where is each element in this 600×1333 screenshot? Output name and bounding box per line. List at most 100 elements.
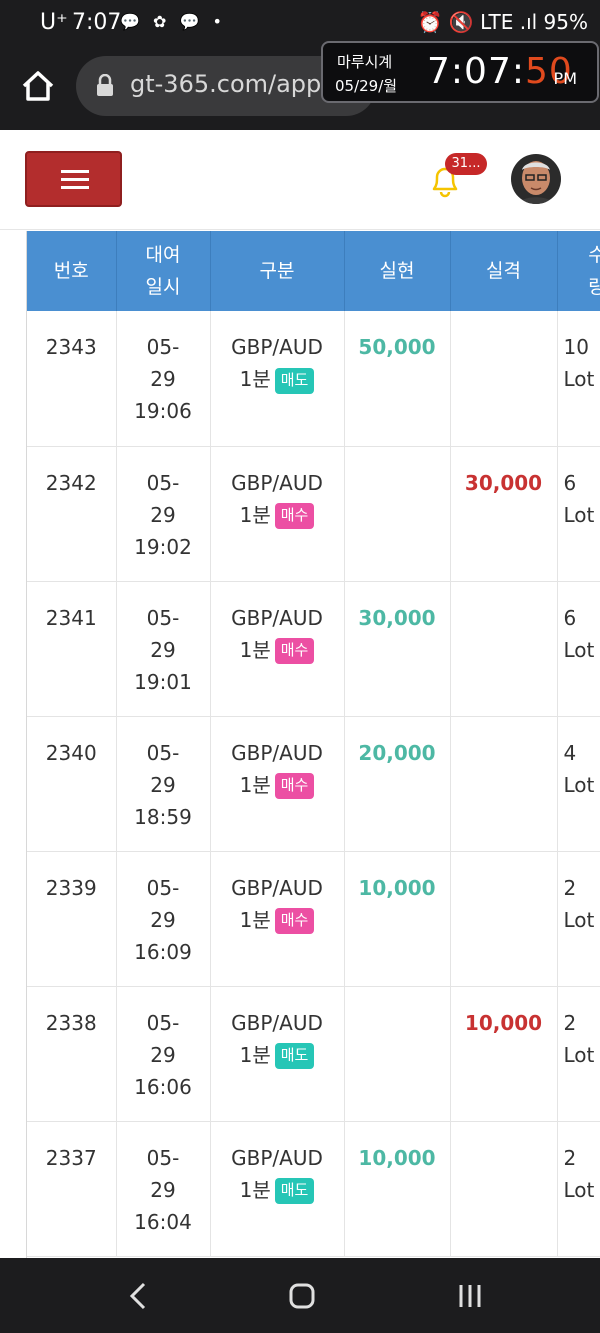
- period-label: 1분: [239, 1177, 271, 1202]
- currency-pair: GBP/AUD: [231, 1010, 323, 1035]
- cell-number: 2337: [27, 1121, 117, 1257]
- hamburger-icon-line: [61, 186, 89, 189]
- avatar[interactable]: [511, 154, 561, 204]
- col-header-realized: 실현: [344, 231, 451, 311]
- col-header-quantity: 수 량: [557, 231, 600, 311]
- system-nav-bar: [0, 1258, 600, 1333]
- period-label: 1분: [239, 502, 271, 527]
- url-text: gt-365.com/app/t: [130, 70, 339, 98]
- cell-number: 2343: [27, 311, 117, 447]
- cell-lost: [450, 311, 558, 447]
- type-line: 1분 매도: [211, 363, 344, 395]
- cell-quantity: 2 Lot: [557, 851, 600, 987]
- cell-date: 05- 29 19:02: [116, 446, 211, 582]
- period-label: 1분: [239, 1042, 271, 1067]
- recents-icon[interactable]: [450, 1278, 490, 1314]
- table-row: 2343 05- 29 19:06 GBP/AUD 1분 매도 50,000 10 Lot: [27, 311, 600, 447]
- col-header-label: 대여 일시: [145, 244, 181, 298]
- cell-date: 05- 29 16:04: [116, 1121, 211, 1257]
- cell-realized: [344, 446, 451, 582]
- clock-widget-title: 마루시계: [337, 53, 393, 71]
- cell-lost: [450, 1121, 558, 1257]
- lock-icon: [96, 73, 114, 96]
- hamburger-icon-line: [61, 170, 89, 173]
- col-header-label: 실현: [379, 260, 415, 282]
- cell-realized: 30,000: [344, 581, 451, 717]
- clock-widget-time: 7:07:50: [427, 51, 573, 92]
- cell-lost: [450, 581, 558, 717]
- type-line: 1분 매수: [211, 634, 344, 666]
- cell-lost: [450, 716, 558, 852]
- cell-type: GBP/AUD 1분 매도: [210, 1121, 345, 1257]
- cell-type: GBP/AUD 1분 매도: [210, 311, 345, 447]
- cell-date: 05- 29 19:06: [116, 311, 211, 447]
- side-tag: 매도: [274, 1043, 315, 1069]
- trade-history-table: 번호 대여 일시 구분 실현 실격 수 량 234305- 29 19:06GB…: [26, 231, 600, 1258]
- table-header-row: 번호 대여 일시 구분 실현 실격 수 량: [27, 231, 600, 311]
- notification-badge[interactable]: 31...: [445, 153, 487, 175]
- type-line: 1분 매수: [211, 769, 344, 801]
- currency-pair: GBP/AUD: [231, 1145, 323, 1170]
- type-line: 1분 매도: [211, 1039, 344, 1071]
- cell-quantity: 2 Lot: [557, 986, 600, 1122]
- side-tag: 매도: [274, 1178, 315, 1204]
- period-label: 1분: [239, 367, 271, 391]
- table-row: 2342 05- 29 19:02 GBP/AUD 1분 매수 30,000 6 Lot: [27, 446, 600, 582]
- side-tag: 매도: [274, 367, 315, 394]
- status-time: 7:07: [72, 10, 122, 35]
- col-header-label: 구분: [259, 260, 295, 282]
- cell-type: GBP/AUD 1분 매수: [210, 851, 345, 987]
- cell-quantity: 4 Lot: [557, 716, 600, 852]
- cell-type: GBP/AUD 1분 매수: [210, 581, 345, 717]
- cell-number: 2338: [27, 986, 117, 1122]
- type-line: 1분 매수: [211, 499, 344, 531]
- home-icon[interactable]: [18, 66, 58, 106]
- period-label: 1분: [239, 907, 271, 932]
- clock-widget: 마루시계 05/29/월 7:07:50 PM: [321, 41, 599, 103]
- col-header-type: 구분: [210, 231, 345, 311]
- cell-realized: 10,000: [344, 1121, 451, 1257]
- back-icon[interactable]: [120, 1278, 160, 1314]
- cell-date: 05- 29 18:59: [116, 716, 211, 852]
- side-tag: 매수: [274, 908, 315, 934]
- app-header: 31...: [0, 130, 600, 230]
- cell-number: 2342: [27, 446, 117, 582]
- table-row: 2339 05- 29 16:09 GBP/AUD 1분 매수 10,000 2 Lot: [27, 851, 600, 987]
- clock-widget-ampm: PM: [553, 69, 577, 88]
- cell-quantity: 10 Lot: [557, 311, 600, 447]
- clock-widget-date: 05/29/월: [335, 77, 398, 95]
- side-tag: 매수: [274, 773, 315, 799]
- type-line: 1분 매도: [211, 1174, 344, 1206]
- home-nav-icon[interactable]: [282, 1278, 322, 1314]
- col-header-date: 대여 일시: [116, 231, 211, 311]
- currency-pair: GBP/AUD: [231, 740, 323, 765]
- cell-number: 2340: [27, 716, 117, 852]
- cell-date: 05- 29 16:06: [116, 986, 211, 1122]
- type-line: 1분 매수: [211, 904, 344, 936]
- cell-realized: 20,000: [344, 716, 451, 852]
- notification-icons: 💬 ✿ 💬 •: [120, 12, 226, 31]
- col-header-number: 번호: [27, 231, 117, 311]
- side-tag: 매수: [274, 503, 315, 529]
- cell-type: GBP/AUD 1분 매수: [210, 446, 345, 582]
- cell-quantity: 6 Lot: [557, 446, 600, 582]
- web-page: 31... 번호 대여 일시 구분 실현 실격 2343 05- 29 19:0…: [0, 130, 600, 1258]
- table-row: 2340 05- 29 18:59 GBP/AUD 1분 매수 20,000 4 Lot: [27, 716, 600, 852]
- cell-quantity: 6 Lot: [557, 581, 600, 717]
- cell-number: 2339: [27, 851, 117, 987]
- cell-realized: [344, 986, 451, 1122]
- hamburger-icon-line: [61, 178, 89, 181]
- col-header-label: 수 량: [588, 244, 600, 298]
- table-row: 2341 05- 29 19:01 GBP/AUD 1분 매수 30,000 6 Lot: [27, 581, 600, 717]
- cell-lost: [450, 851, 558, 987]
- menu-button[interactable]: [25, 151, 122, 207]
- clock-hours-minutes: 7:07:: [427, 51, 525, 92]
- period-label: 1분: [239, 637, 271, 662]
- cell-type: GBP/AUD 1분 매수: [210, 716, 345, 852]
- cell-realized: 50,000: [344, 311, 451, 447]
- cell-lost: 10,000: [450, 986, 558, 1122]
- currency-pair: GBP/AUD: [231, 605, 323, 630]
- cell-number: 2341: [27, 581, 117, 717]
- carrier-label: U⁺: [40, 10, 68, 35]
- cell-lost: 30,000: [450, 446, 558, 582]
